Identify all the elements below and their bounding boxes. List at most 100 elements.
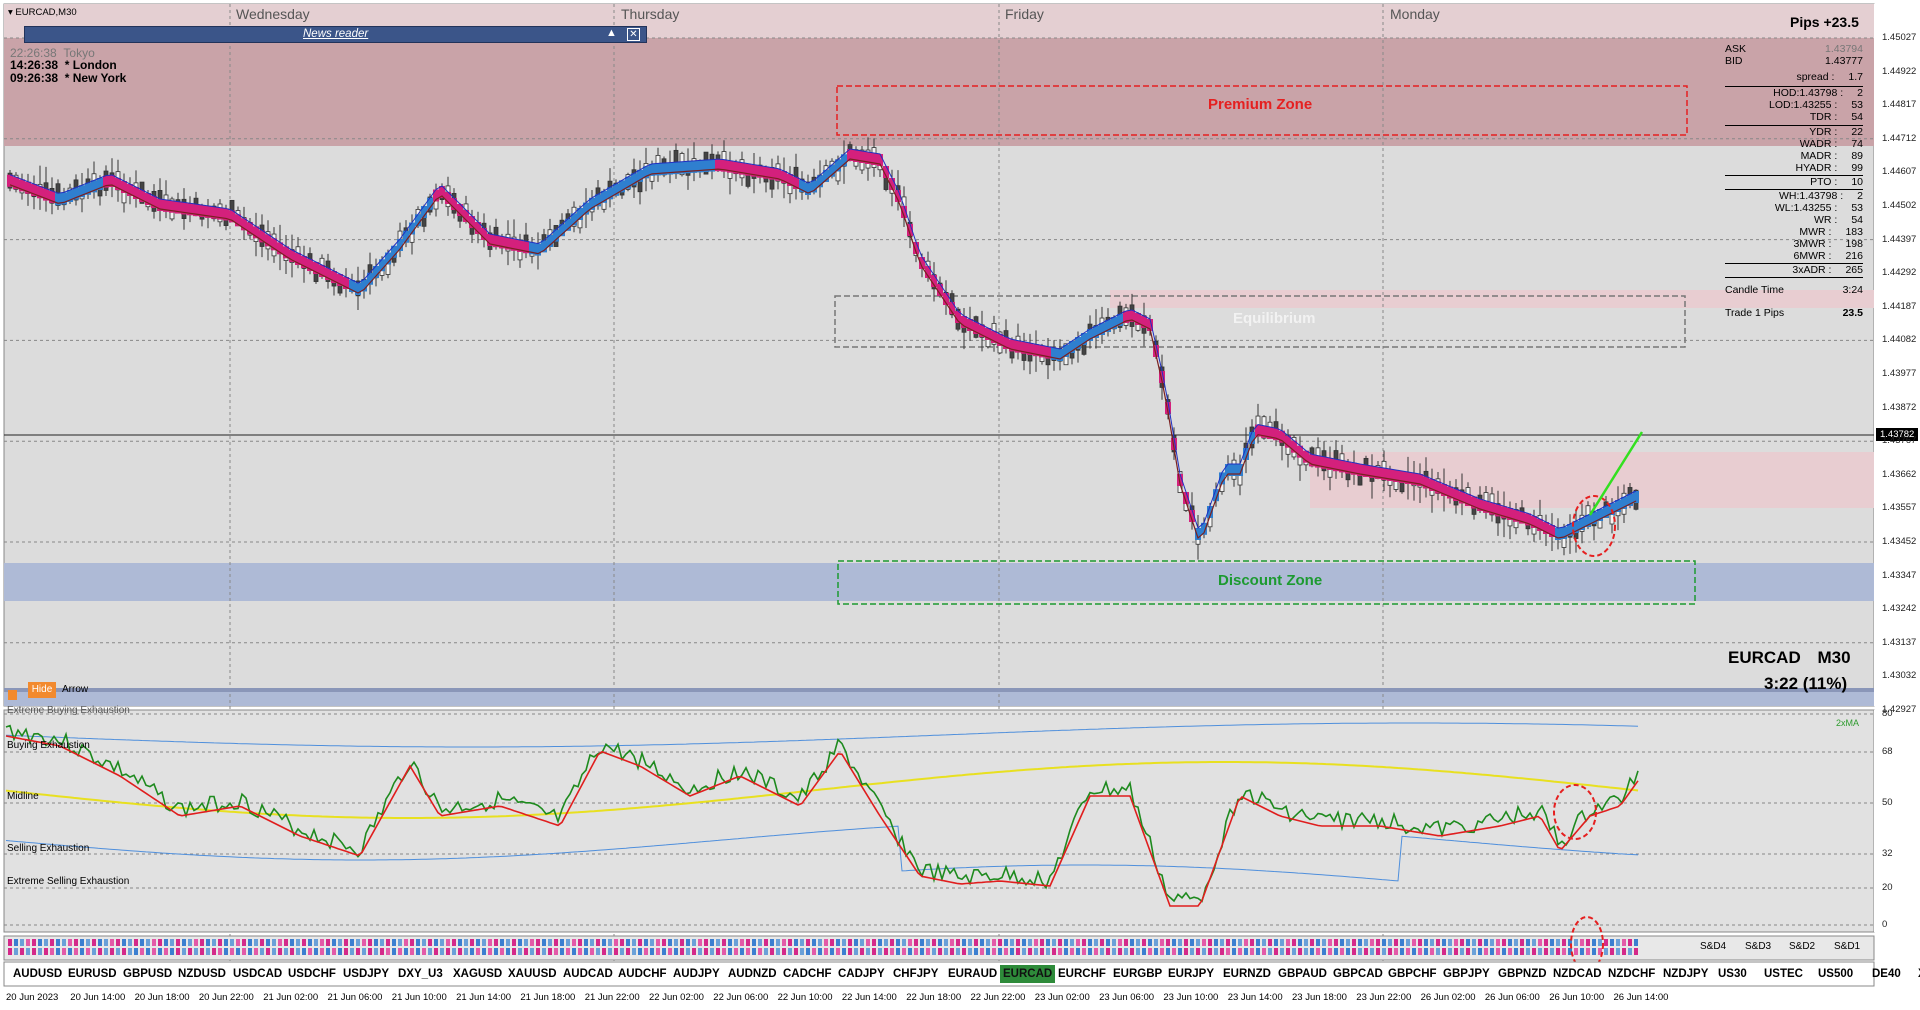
symbol-button-audjpy[interactable]: AUDJPY bbox=[670, 965, 723, 983]
symbol-button-audchf[interactable]: AUDCHF bbox=[615, 965, 670, 983]
symbol-button-eurusd[interactable]: EURUSD bbox=[65, 965, 120, 983]
symbol-button-gbpusd[interactable]: GBPUSD bbox=[120, 965, 175, 983]
strength-cell bbox=[74, 948, 78, 955]
symbol-button-gbpcad[interactable]: GBPCAD bbox=[1330, 965, 1386, 983]
strength-cell bbox=[890, 939, 894, 946]
hide-button[interactable]: Hide bbox=[28, 682, 56, 698]
strength-cell bbox=[8, 939, 12, 946]
symbol-button-eurnzd[interactable]: EURNZD bbox=[1220, 965, 1274, 983]
strength-cell bbox=[302, 948, 306, 955]
toggle-square[interactable] bbox=[8, 690, 17, 700]
strength-cell bbox=[968, 939, 972, 946]
strength-cell bbox=[554, 948, 558, 955]
strength-cell bbox=[1556, 948, 1560, 955]
close-icon[interactable]: ✕ bbox=[627, 28, 640, 41]
osc-label-buying: Buying Exhaustion bbox=[7, 740, 90, 751]
strength-cell bbox=[1364, 939, 1368, 946]
symbol-button-gbpaud[interactable]: GBPAUD bbox=[1275, 965, 1330, 983]
price-chart[interactable] bbox=[0, 0, 1920, 1010]
sd4-label[interactable]: S&D4 bbox=[1700, 941, 1726, 952]
strength-cell bbox=[326, 939, 330, 946]
symbol-button-us30[interactable]: US30 bbox=[1715, 965, 1750, 983]
date-tick: 20 Jun 2023 bbox=[6, 992, 59, 1003]
strength-cell bbox=[1460, 939, 1464, 946]
symbol-button-xbrusd[interactable]: XBRUSD bbox=[1915, 965, 1920, 983]
strength-cell bbox=[44, 948, 48, 955]
symbol-button-audcad[interactable]: AUDCAD bbox=[560, 965, 616, 983]
arrow-button[interactable]: Arrow bbox=[62, 682, 88, 698]
symbol-button-gbpjpy[interactable]: GBPJPY bbox=[1440, 965, 1493, 983]
news-reader-bar[interactable]: News reader ▲ ✕ bbox=[24, 26, 647, 43]
strength-cell bbox=[128, 948, 132, 955]
collapse-icon[interactable]: ▲ bbox=[606, 27, 617, 39]
strength-cell bbox=[932, 939, 936, 946]
strength-cell bbox=[758, 948, 762, 955]
sd3-label[interactable]: S&D3 bbox=[1745, 941, 1771, 952]
symbol-button-nzdusd[interactable]: NZDUSD bbox=[175, 965, 229, 983]
symbol-button-de40[interactable]: DE40 bbox=[1869, 965, 1904, 983]
symbol-button-ustec[interactable]: USTEC bbox=[1761, 965, 1806, 983]
strength-cell bbox=[1634, 939, 1638, 946]
strength-cell bbox=[1502, 948, 1506, 955]
strength-cell bbox=[1394, 939, 1398, 946]
strength-cell bbox=[1550, 939, 1554, 946]
strength-cell bbox=[1586, 948, 1590, 955]
strength-cell bbox=[560, 939, 564, 946]
news-reader-title[interactable]: News reader bbox=[303, 28, 368, 40]
symbol-button-gbpnzd[interactable]: GBPNZD bbox=[1495, 965, 1550, 983]
strength-cell bbox=[188, 948, 192, 955]
strength-cell bbox=[1250, 948, 1254, 955]
symbol-button-eurcad[interactable]: EURCAD bbox=[1000, 965, 1056, 983]
strength-cell bbox=[308, 939, 312, 946]
strength-cell bbox=[1478, 939, 1482, 946]
strength-cell bbox=[1112, 948, 1116, 955]
symbol-button-us500[interactable]: US500 bbox=[1815, 965, 1856, 983]
date-tick: 22 Jun 10:00 bbox=[777, 992, 833, 1003]
symbol-button-xauusd[interactable]: XAUUSD bbox=[505, 965, 560, 983]
symbol-button-xagusd[interactable]: XAGUSD bbox=[450, 965, 505, 983]
strength-cell bbox=[1226, 948, 1230, 955]
symbol-button-eurjpy[interactable]: EURJPY bbox=[1165, 965, 1217, 983]
symbol-button-usdjpy[interactable]: USDJPY bbox=[340, 965, 392, 983]
strength-cell bbox=[1148, 939, 1152, 946]
symbol-button-usdchf[interactable]: USDCHF bbox=[285, 965, 339, 983]
symbol-button-dxyu3[interactable]: DXY_U3 bbox=[395, 965, 446, 983]
osc-tick: 68 bbox=[1882, 746, 1893, 757]
strength-cell bbox=[506, 948, 510, 955]
symbol-button-nzdchf[interactable]: NZDCHF bbox=[1605, 965, 1658, 983]
symbol-button-audusd[interactable]: AUDUSD bbox=[10, 965, 65, 983]
strength-cell bbox=[1244, 948, 1248, 955]
price-tick: 1.44502 bbox=[1882, 200, 1917, 211]
symbol-button-audnzd[interactable]: AUDNZD bbox=[725, 965, 780, 983]
strength-cell bbox=[632, 939, 636, 946]
strength-cell bbox=[752, 948, 756, 955]
symbol-button-cadchf[interactable]: CADCHF bbox=[780, 965, 835, 983]
sd2-label[interactable]: S&D2 bbox=[1789, 941, 1815, 952]
symbol-button-usdcad[interactable]: USDCAD bbox=[230, 965, 285, 983]
strength-cell bbox=[1406, 939, 1410, 946]
window-title: ▾ EURCAD,M30 bbox=[8, 7, 77, 18]
symbol-button-cadjpy[interactable]: CADJPY bbox=[835, 965, 888, 983]
symbol-button-nzdcad[interactable]: NZDCAD bbox=[1550, 965, 1605, 983]
strength-cell bbox=[488, 948, 492, 955]
symbol-button-eurgbp[interactable]: EURGBP bbox=[1110, 965, 1165, 983]
strength-cell bbox=[1220, 939, 1224, 946]
strength-cell bbox=[1100, 948, 1104, 955]
price-tick: 1.43242 bbox=[1882, 603, 1917, 615]
symbol-button-gbpchf[interactable]: GBPCHF bbox=[1385, 965, 1440, 983]
strength-cell bbox=[1580, 948, 1584, 955]
symbol-button-eurchf[interactable]: EURCHF bbox=[1055, 965, 1109, 983]
strength-cell bbox=[482, 948, 486, 955]
strength-cell bbox=[1604, 939, 1608, 946]
sd1-label[interactable]: S&D1 bbox=[1834, 941, 1860, 952]
strength-cell bbox=[188, 939, 192, 946]
strength-cell bbox=[794, 939, 798, 946]
symbol-button-chfjpy[interactable]: CHFJPY bbox=[890, 965, 941, 983]
strength-cell bbox=[1304, 939, 1308, 946]
strength-cell bbox=[938, 948, 942, 955]
strength-cell bbox=[1256, 948, 1260, 955]
strength-cell bbox=[494, 939, 498, 946]
chart-separator bbox=[4, 688, 1874, 692]
symbol-button-euraud[interactable]: EURAUD bbox=[945, 965, 1000, 983]
symbol-button-nzdjpy[interactable]: NZDJPY bbox=[1660, 965, 1711, 983]
